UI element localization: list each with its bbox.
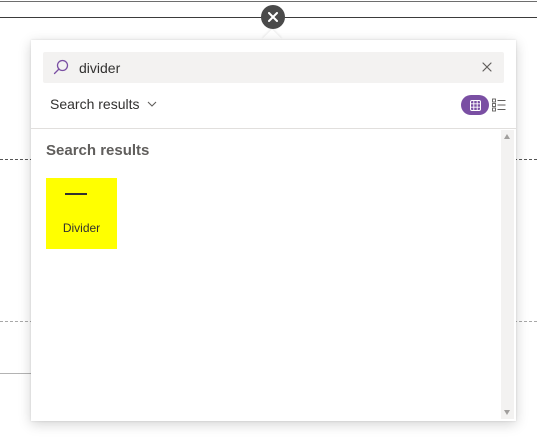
divider-web-part-tile[interactable]: Divider xyxy=(46,178,117,249)
vertical-scrollbar[interactable] xyxy=(501,130,514,419)
search-input[interactable] xyxy=(79,52,469,83)
divider-line-icon xyxy=(65,193,87,195)
search-icon xyxy=(53,59,69,75)
results-heading: Search results xyxy=(46,142,150,159)
close-toolbox-button[interactable] xyxy=(261,5,285,29)
header-divider xyxy=(31,128,516,129)
page-line-bottom xyxy=(0,373,32,374)
list-view-icon[interactable] xyxy=(492,98,506,112)
tile-label: Divider xyxy=(62,221,101,235)
results-filter-dropdown[interactable]: Search results xyxy=(50,96,157,112)
chevron-down-icon xyxy=(148,101,157,107)
search-box[interactable] xyxy=(43,52,504,83)
close-icon xyxy=(268,12,278,22)
web-part-toolbox: Search results Search results Divider xyxy=(31,40,516,421)
grid-view-icon xyxy=(469,99,481,111)
scroll-up-arrow-icon[interactable] xyxy=(504,134,510,139)
results-filter-label: Search results xyxy=(50,96,140,112)
grid-view-button[interactable] xyxy=(461,95,489,115)
scroll-down-arrow-icon[interactable] xyxy=(504,410,510,415)
page-line-top xyxy=(0,1,537,2)
clear-search-icon[interactable] xyxy=(480,60,494,74)
